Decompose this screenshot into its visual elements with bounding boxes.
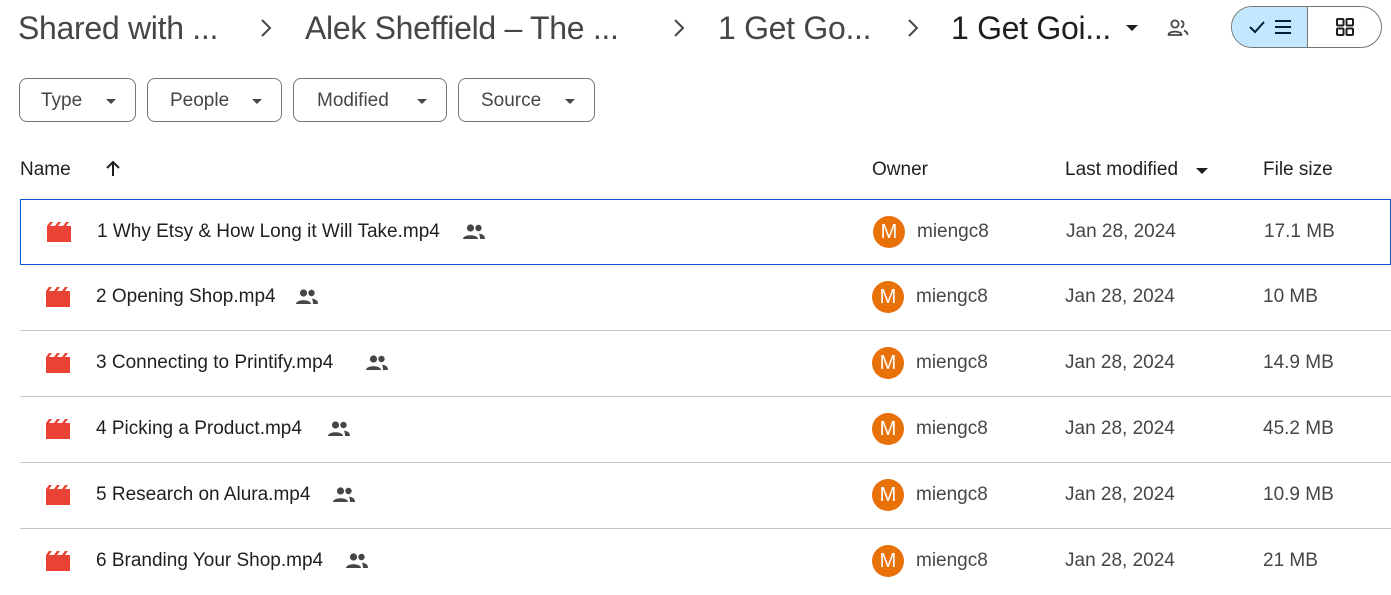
owner-name: miengc8 xyxy=(916,286,988,307)
chevron-right-icon xyxy=(673,17,685,39)
owner-name: miengc8 xyxy=(916,484,988,505)
shared-icon xyxy=(332,485,356,505)
filter-type-label: Type xyxy=(41,90,83,111)
shared-icon xyxy=(327,419,351,439)
filter-people-label: People xyxy=(170,90,230,111)
breadcrumb-current-folder[interactable]: 1 Get Goi... xyxy=(951,8,1111,48)
filter-people-chip[interactable]: People xyxy=(147,78,282,122)
chevron-right-icon xyxy=(907,17,919,39)
list-icon xyxy=(1273,17,1293,42)
avatar: M xyxy=(873,216,905,248)
caret-down-icon xyxy=(416,95,428,107)
avatar: M xyxy=(872,479,904,511)
file-size: 10.9 MB xyxy=(1263,484,1334,505)
caret-down-icon[interactable] xyxy=(1123,19,1141,37)
video-file-icon xyxy=(46,551,70,571)
file-size: 21 MB xyxy=(1263,550,1318,571)
filter-source-label: Source xyxy=(481,90,542,111)
table-row[interactable]: 6 Branding Your Shop.mp4 M miengc8 Jan 2… xyxy=(20,529,1391,595)
check-icon xyxy=(1247,17,1267,42)
list-view-button[interactable] xyxy=(1232,7,1308,47)
caret-down-icon xyxy=(564,95,576,107)
owner-name: miengc8 xyxy=(916,352,988,373)
table-row[interactable]: 3 Connecting to Printify.mp4 M miengc8 J… xyxy=(20,331,1391,397)
avatar: M xyxy=(872,347,904,379)
caret-down-icon xyxy=(251,95,263,107)
breadcrumb-shared-with-me[interactable]: Shared with ... xyxy=(18,8,218,48)
owner-name: miengc8 xyxy=(917,221,989,242)
modified-date: Jan 28, 2024 xyxy=(1065,352,1175,373)
filter-source-chip[interactable]: Source xyxy=(458,78,595,122)
modified-date: Jan 28, 2024 xyxy=(1065,418,1175,439)
grid-icon xyxy=(1335,17,1355,42)
file-name[interactable]: 6 Branding Your Shop.mp4 xyxy=(96,549,323,573)
video-file-icon xyxy=(46,353,70,373)
owner-name: miengc8 xyxy=(916,550,988,571)
shared-icon xyxy=(462,222,486,242)
video-file-icon xyxy=(46,485,70,505)
file-name[interactable]: 5 Research on Alura.mp4 xyxy=(96,483,310,507)
filter-modified-chip[interactable]: Modified xyxy=(293,78,447,122)
video-file-icon xyxy=(46,419,70,439)
shared-icon xyxy=(295,287,319,307)
video-file-icon xyxy=(46,287,70,307)
chevron-right-icon xyxy=(260,17,272,39)
file-size: 17.1 MB xyxy=(1264,221,1335,242)
table-row[interactable]: 2 Opening Shop.mp4 M miengc8 Jan 28, 202… xyxy=(20,265,1391,331)
file-size: 14.9 MB xyxy=(1263,352,1334,373)
shared-icon xyxy=(345,551,369,571)
table-row[interactable]: 4 Picking a Product.mp4 M miengc8 Jan 28… xyxy=(20,397,1391,463)
column-header-last-modified[interactable]: Last modified xyxy=(1065,158,1178,182)
column-header-file-size[interactable]: File size xyxy=(1263,158,1333,182)
modified-date: Jan 28, 2024 xyxy=(1065,286,1175,307)
shared-icon xyxy=(365,353,389,373)
modified-date: Jan 28, 2024 xyxy=(1065,550,1175,571)
arrow-up-icon[interactable] xyxy=(103,159,123,179)
caret-down-icon[interactable] xyxy=(1194,163,1210,179)
breadcrumb: Shared with ... Alek Sheffield – The ...… xyxy=(0,0,1391,56)
shared-folder-icon[interactable] xyxy=(1165,15,1191,41)
breadcrumb-folder-alek[interactable]: Alek Sheffield – The ... xyxy=(305,8,619,48)
file-name[interactable]: 2 Opening Shop.mp4 xyxy=(96,285,276,309)
filter-type-chip[interactable]: Type xyxy=(19,78,136,122)
table-row[interactable]: 1 Why Etsy & How Long it Will Take.mp4 M… xyxy=(20,199,1391,265)
modified-date: Jan 28, 2024 xyxy=(1065,484,1175,505)
column-header-name[interactable]: Name xyxy=(20,158,71,182)
grid-view-button[interactable] xyxy=(1308,7,1381,47)
caret-down-icon xyxy=(105,95,117,107)
file-size: 45.2 MB xyxy=(1263,418,1334,439)
modified-date: Jan 28, 2024 xyxy=(1066,221,1176,242)
file-name[interactable]: 4 Picking a Product.mp4 xyxy=(96,417,302,441)
video-file-icon xyxy=(47,222,71,242)
owner-name: miengc8 xyxy=(916,418,988,439)
column-header-owner[interactable]: Owner xyxy=(872,158,928,182)
avatar: M xyxy=(872,545,904,577)
avatar: M xyxy=(872,413,904,445)
file-name[interactable]: 1 Why Etsy & How Long it Will Take.mp4 xyxy=(97,220,440,244)
breadcrumb-folder-parent[interactable]: 1 Get Go... xyxy=(718,8,872,48)
file-name[interactable]: 3 Connecting to Printify.mp4 xyxy=(96,351,333,375)
file-size: 10 MB xyxy=(1263,286,1318,307)
view-toggle xyxy=(1231,6,1382,48)
table-row[interactable]: 5 Research on Alura.mp4 M miengc8 Jan 28… xyxy=(20,463,1391,529)
avatar: M xyxy=(872,281,904,313)
filter-modified-label: Modified xyxy=(317,90,389,111)
